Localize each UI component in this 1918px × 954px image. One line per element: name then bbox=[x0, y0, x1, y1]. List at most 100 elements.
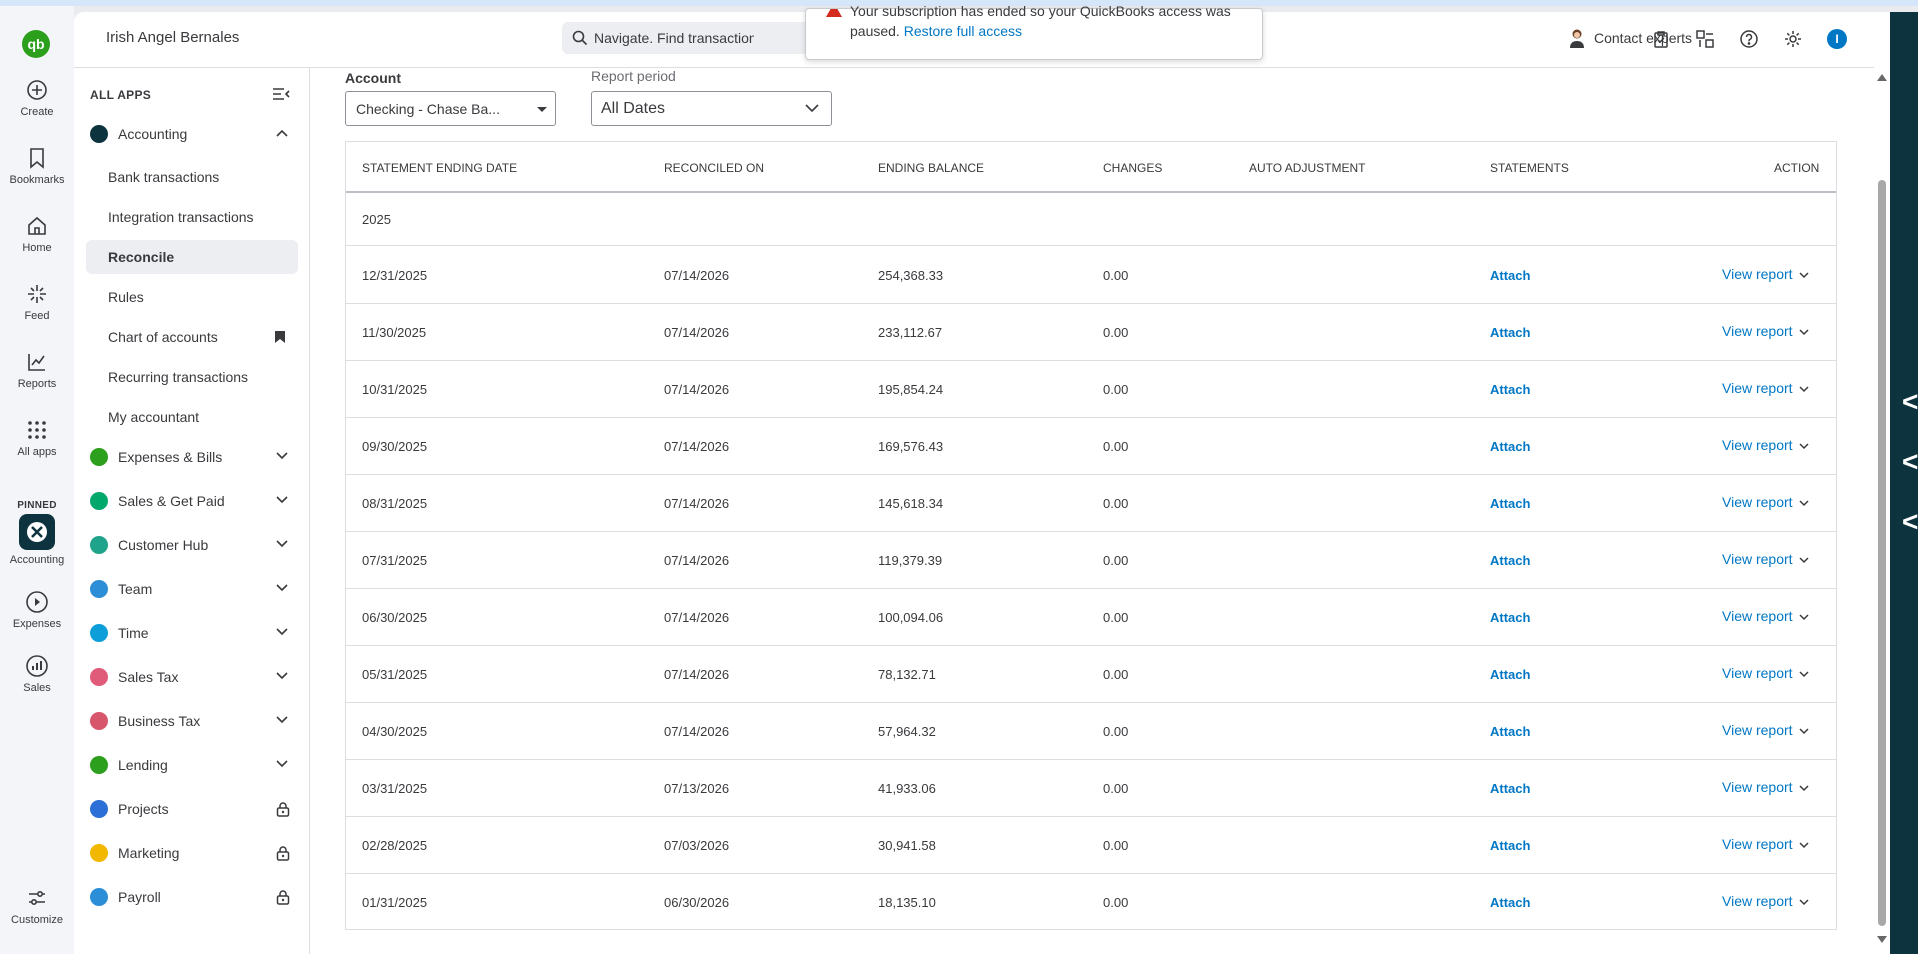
chevron-down-icon[interactable] bbox=[1799, 386, 1809, 393]
attach-statement-link[interactable]: Attach bbox=[1490, 781, 1530, 796]
rail-home[interactable]: Home bbox=[0, 214, 74, 254]
attach-statement-link[interactable]: Attach bbox=[1490, 382, 1530, 397]
chevron-down-icon[interactable] bbox=[1799, 614, 1809, 621]
nav-bank-transactions[interactable]: Bank transactions bbox=[86, 160, 298, 194]
user-info-icon[interactable]: I bbox=[1826, 28, 1848, 50]
nav-section-customer-hub[interactable]: Customer Hub bbox=[86, 531, 300, 559]
chevron-down-icon[interactable] bbox=[1799, 557, 1809, 564]
chevron-down-icon[interactable] bbox=[1799, 728, 1809, 735]
chevron-down-icon bbox=[276, 672, 288, 680]
cell-ending-balance: 57,964.32 bbox=[878, 724, 936, 739]
side-panel-strip[interactable]: < < < bbox=[1890, 12, 1918, 954]
nav-recurring-transactions[interactable]: Recurring transactions bbox=[86, 360, 298, 394]
chevron-down-icon bbox=[805, 104, 819, 113]
attach-statement-link[interactable]: Attach bbox=[1490, 439, 1530, 454]
info-badge: I bbox=[1827, 29, 1847, 49]
view-report-button[interactable]: View report bbox=[1722, 437, 1809, 453]
gear-icon[interactable] bbox=[1782, 28, 1804, 50]
rail-reports[interactable]: Reports bbox=[0, 350, 74, 390]
chevron-down-icon[interactable] bbox=[1799, 899, 1809, 906]
nav-accounting[interactable]: Accounting bbox=[86, 120, 300, 148]
attach-statement-link[interactable]: Attach bbox=[1490, 496, 1530, 511]
view-report-button[interactable]: View report bbox=[1722, 380, 1809, 396]
sidebar-nav: ALL APPS Accounting Bank transactions In… bbox=[74, 68, 310, 954]
nav-rules[interactable]: Rules bbox=[86, 280, 298, 314]
notification-text: Your subscription has ended so your Quic… bbox=[850, 3, 1231, 19]
view-report-button[interactable]: View report bbox=[1722, 893, 1809, 909]
nav-section-projects[interactable]: Projects bbox=[86, 795, 300, 823]
scroll-down-arrow-icon[interactable] bbox=[1877, 936, 1887, 943]
help-icon[interactable] bbox=[1738, 28, 1760, 50]
view-report-button[interactable]: View report bbox=[1722, 665, 1809, 681]
report-period-select[interactable]: All Dates bbox=[591, 91, 832, 126]
chevron-down-icon[interactable] bbox=[1799, 842, 1809, 849]
chevron-down-icon bbox=[276, 584, 288, 592]
chevron-down-icon[interactable] bbox=[1799, 272, 1809, 279]
view-report-button[interactable]: View report bbox=[1722, 494, 1809, 510]
nav-section-business-tax[interactable]: Business Tax bbox=[86, 707, 300, 735]
rail-pinned-sales[interactable]: Sales bbox=[0, 654, 74, 694]
rail-feed[interactable]: Feed bbox=[0, 282, 74, 322]
chevron-down-icon[interactable] bbox=[1799, 329, 1809, 336]
attach-statement-link[interactable]: Attach bbox=[1490, 268, 1530, 283]
tasks-icon[interactable] bbox=[1650, 28, 1672, 50]
attach-statement-link[interactable]: Attach bbox=[1490, 553, 1530, 568]
attach-statement-link[interactable]: Attach bbox=[1490, 610, 1530, 625]
attach-statement-link[interactable]: Attach bbox=[1490, 667, 1530, 682]
nav-section-marketing[interactable]: Marketing bbox=[86, 839, 300, 867]
col-auto-adjustment[interactable]: AUTO ADJUSTMENT bbox=[1249, 161, 1365, 175]
cell-ending-date: 04/30/2025 bbox=[362, 724, 428, 739]
warning-icon bbox=[826, 9, 842, 17]
nav-section-lending[interactable]: Lending bbox=[86, 751, 300, 779]
chevron-down-icon[interactable] bbox=[1799, 671, 1809, 678]
restore-access-link[interactable]: Restore full access bbox=[904, 23, 1022, 39]
rail-create[interactable]: Create bbox=[0, 78, 74, 118]
attach-statement-link[interactable]: Attach bbox=[1490, 895, 1530, 910]
col-reconciled-on[interactable]: RECONCILED ON bbox=[664, 161, 764, 175]
col-changes[interactable]: CHANGES bbox=[1103, 161, 1162, 175]
attach-statement-link[interactable]: Attach bbox=[1490, 838, 1530, 853]
rail-pinned-expenses[interactable]: Expenses bbox=[0, 590, 74, 630]
contact-experts-button[interactable]: Contact experts bbox=[1568, 28, 1692, 48]
collapse-menu-icon[interactable] bbox=[272, 87, 290, 101]
nav-my-accountant[interactable]: My accountant bbox=[86, 400, 298, 434]
col-statement-ending-date[interactable]: STATEMENT ENDING DATE bbox=[362, 161, 517, 175]
quickbooks-logo[interactable]: qb bbox=[22, 30, 50, 58]
view-report-button[interactable]: View report bbox=[1722, 551, 1809, 567]
rail-sales-label: Sales bbox=[23, 682, 51, 694]
attach-statement-link[interactable]: Attach bbox=[1490, 724, 1530, 739]
rail-pinned-accounting[interactable]: Accounting bbox=[0, 514, 74, 566]
scroll-up-arrow-icon[interactable] bbox=[1877, 74, 1887, 81]
view-report-button[interactable]: View report bbox=[1722, 779, 1809, 795]
nav-section-time[interactable]: Time bbox=[86, 619, 300, 647]
nav-section-payroll[interactable]: Payroll bbox=[86, 883, 300, 911]
rail-all-apps[interactable]: All apps bbox=[0, 418, 74, 458]
scrollbar-thumb[interactable] bbox=[1878, 180, 1886, 926]
rail-customize[interactable]: Customize bbox=[0, 886, 74, 926]
view-report-button[interactable]: View report bbox=[1722, 836, 1809, 852]
nav-integration-transactions[interactable]: Integration transactions bbox=[86, 200, 298, 234]
attach-statement-link[interactable]: Attach bbox=[1490, 325, 1530, 340]
nav-reconcile[interactable]: Reconcile bbox=[86, 240, 298, 274]
company-name[interactable]: Irish Angel Bernales bbox=[106, 29, 239, 46]
view-report-button[interactable]: View report bbox=[1722, 323, 1809, 339]
nav-section-sales-get-paid[interactable]: Sales & Get Paid bbox=[86, 487, 300, 515]
nav-section-sales-tax[interactable]: Sales Tax bbox=[86, 663, 300, 691]
view-report-button[interactable]: View report bbox=[1722, 722, 1809, 738]
account-select[interactable]: Checking - Chase Ba... bbox=[345, 91, 556, 126]
view-report-button[interactable]: View report bbox=[1722, 608, 1809, 624]
nav-section-team[interactable]: Team bbox=[86, 575, 300, 603]
bookmark-filled-icon[interactable] bbox=[274, 330, 286, 344]
chevron-down-icon[interactable] bbox=[1799, 500, 1809, 507]
search-input[interactable] bbox=[594, 22, 754, 54]
apps-switch-icon[interactable] bbox=[1694, 28, 1716, 50]
chevron-down-icon[interactable] bbox=[1799, 785, 1809, 792]
nav-chart-of-accounts[interactable]: Chart of accounts bbox=[86, 320, 298, 354]
rail-bookmarks[interactable]: Bookmarks bbox=[0, 146, 74, 186]
nav-section-expenses-bills[interactable]: Expenses & Bills bbox=[86, 443, 300, 471]
view-report-button[interactable]: View report bbox=[1722, 266, 1809, 282]
chevron-down-icon[interactable] bbox=[1799, 443, 1809, 450]
table-row: 03/31/2025 07/13/2026 41,933.06 0.00 Attach V… bbox=[346, 760, 1836, 817]
col-ending-balance[interactable]: ENDING BALANCE bbox=[878, 161, 984, 175]
page-scrollbar[interactable] bbox=[1874, 68, 1890, 950]
